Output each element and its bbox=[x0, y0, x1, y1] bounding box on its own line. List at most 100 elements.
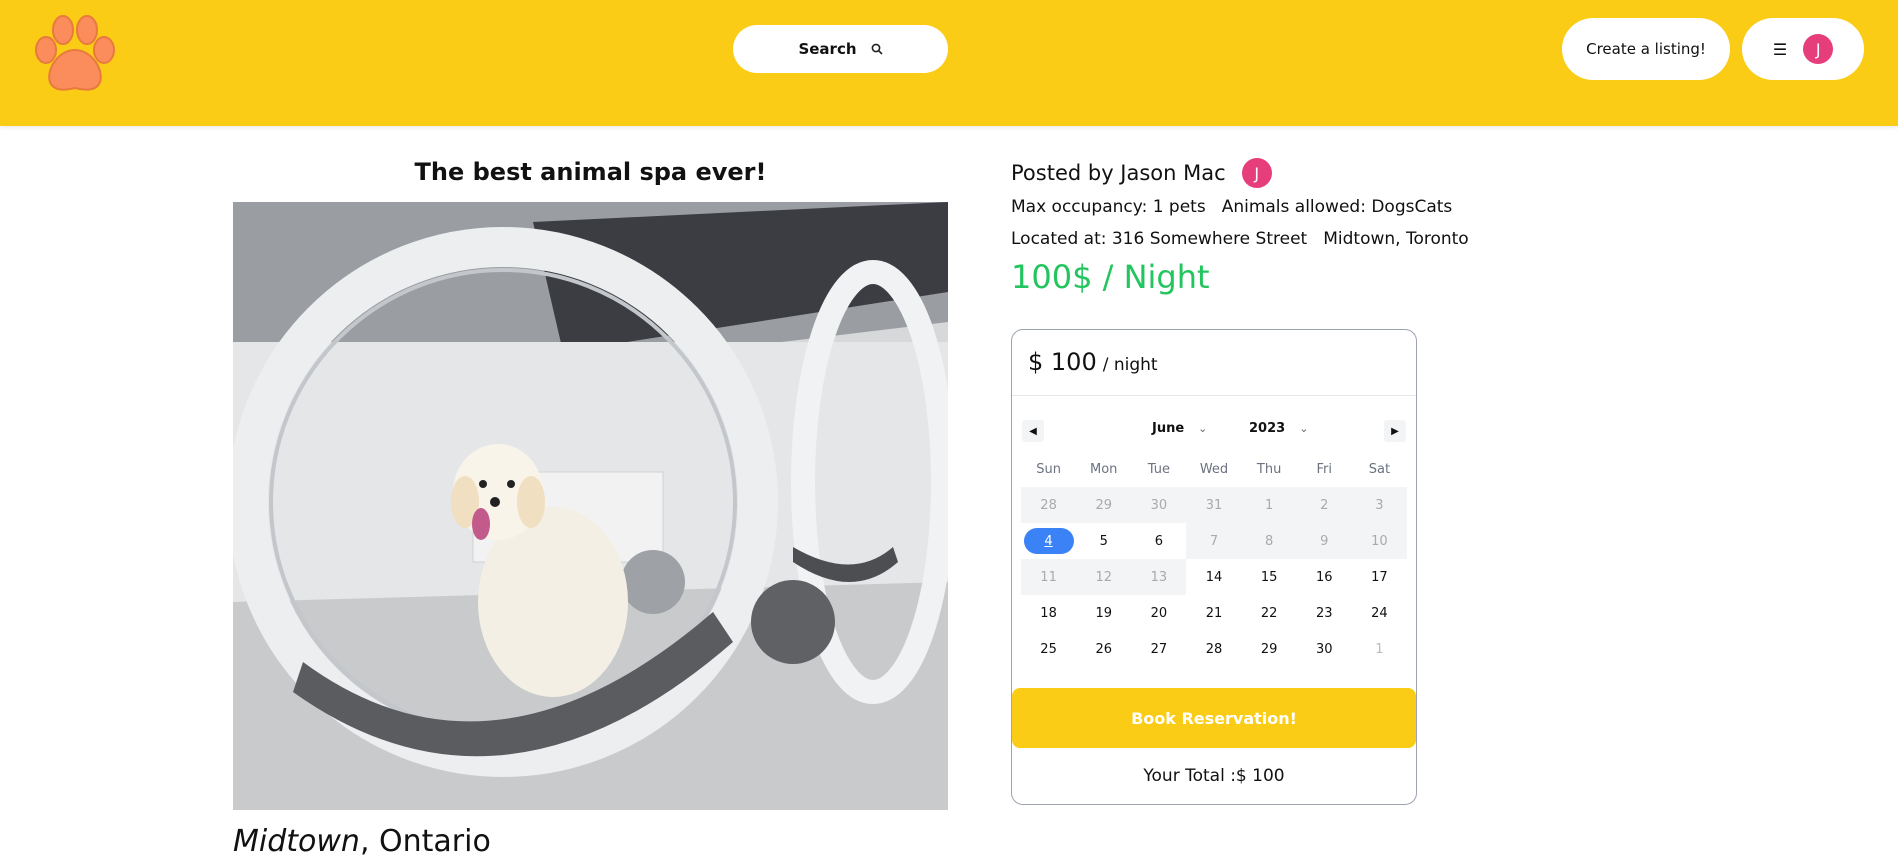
calendar-weekdays: Sun Mon Tue Wed Thu Fri Sat bbox=[1021, 462, 1407, 477]
chevron-down-icon: ⌄ bbox=[1299, 422, 1309, 435]
calendar-day-label: 19 bbox=[1095, 605, 1112, 621]
chevron-down-icon: ⌄ bbox=[1198, 422, 1208, 435]
menu-icon: ☰ bbox=[1772, 39, 1788, 59]
search-button[interactable]: Search bbox=[733, 25, 948, 73]
calendar-day[interactable]: 29 bbox=[1242, 631, 1297, 667]
calendar-day[interactable]: 4 bbox=[1021, 523, 1076, 559]
calendar-day-label: 30 bbox=[1150, 497, 1168, 513]
calendar-day-label: 20 bbox=[1150, 605, 1168, 621]
calendar-day[interactable]: 24 bbox=[1352, 595, 1407, 631]
calendar-day[interactable]: 22 bbox=[1242, 595, 1297, 631]
price-unit: / night bbox=[1102, 355, 1158, 375]
calendar-days: 28 29 30 31 1 2 3 4 5 6 7 8 9 10 11 12 13 14 15 16 17 18 19 20 2… bbox=[1021, 487, 1407, 667]
calendar-day[interactable]: 25 bbox=[1021, 631, 1076, 667]
calendar-day-label: 29 bbox=[1260, 641, 1278, 657]
calendar-day[interactable]: 5 bbox=[1076, 523, 1131, 559]
divider bbox=[1012, 395, 1416, 396]
calendar-day-label: 1 bbox=[1264, 497, 1274, 513]
listing-photo bbox=[233, 202, 948, 810]
calendar-day-label: 16 bbox=[1316, 569, 1333, 585]
calendar-day: 8 bbox=[1241, 523, 1297, 559]
month-select[interactable]: June ⌄ bbox=[1152, 421, 1207, 436]
calendar-day-label: 14 bbox=[1205, 569, 1223, 585]
user-menu-button[interactable]: ☰ J bbox=[1742, 18, 1864, 80]
year-value: 2023 bbox=[1249, 421, 1286, 436]
calendar-day-label: 30 bbox=[1316, 641, 1333, 657]
calendar-day: 29 bbox=[1076, 487, 1132, 523]
address-row: Located at: 316 Somewhere Street Midtown… bbox=[1011, 229, 1469, 249]
calendar-day[interactable]: 17 bbox=[1352, 559, 1407, 595]
caret-right-icon: ▶ bbox=[1391, 425, 1399, 437]
book-reservation-button[interactable]: Book Reservation! bbox=[1012, 688, 1416, 748]
max-occupancy: Max occupancy: 1 pets bbox=[1011, 197, 1206, 217]
calendar-day-label: 4 bbox=[1023, 528, 1074, 554]
calendar-day[interactable]: 28 bbox=[1186, 631, 1241, 667]
weekday-label: Thu bbox=[1256, 462, 1282, 477]
caret-left-icon: ◀ bbox=[1029, 425, 1037, 437]
calendar-day-label: 7 bbox=[1209, 533, 1219, 549]
calendar-day: 31 bbox=[1186, 487, 1242, 523]
calendar-day[interactable]: 18 bbox=[1021, 595, 1076, 631]
calendar-day-label: 2 bbox=[1320, 497, 1329, 513]
calendar-day-label: 27 bbox=[1150, 641, 1168, 657]
calendar-day: 2 bbox=[1296, 487, 1352, 523]
calendar-day-label: 22 bbox=[1260, 605, 1278, 621]
calendar-day[interactable]: 16 bbox=[1297, 559, 1352, 595]
calendar-day-label: 18 bbox=[1040, 605, 1057, 621]
calendar-day[interactable]: 23 bbox=[1297, 595, 1352, 631]
calendar-day[interactable]: 26 bbox=[1076, 631, 1131, 667]
province: Ontario bbox=[379, 824, 491, 859]
located-at: Located at: 316 Somewhere Street bbox=[1011, 229, 1308, 249]
calendar-day-label: 8 bbox=[1264, 533, 1274, 549]
year-select[interactable]: 2023 ⌄ bbox=[1249, 421, 1308, 436]
search-icon bbox=[871, 43, 883, 55]
price-per-night: 100$ / Night bbox=[1011, 258, 1210, 296]
calendar-day: 10 bbox=[1351, 523, 1407, 559]
occupancy-row: Max occupancy: 1 pets Animals allowed: D… bbox=[1011, 197, 1452, 217]
calendar-day-label: 25 bbox=[1040, 641, 1057, 657]
price-amount: $ 100 bbox=[1028, 348, 1097, 376]
calendar-day-label: 28 bbox=[1205, 641, 1223, 657]
weekday-label: Sat bbox=[1368, 462, 1391, 477]
calendar-day[interactable]: 19 bbox=[1076, 595, 1131, 631]
calendar-day-label: 12 bbox=[1095, 569, 1112, 585]
calendar-day-label: 26 bbox=[1095, 641, 1112, 657]
calendar-day-label: 28 bbox=[1040, 497, 1057, 513]
calendar-day[interactable]: 14 bbox=[1186, 559, 1241, 595]
calendar-day[interactable]: 20 bbox=[1131, 595, 1186, 631]
calendar-day[interactable]: 6 bbox=[1131, 523, 1186, 559]
weekday-label: Fri bbox=[1316, 462, 1333, 477]
suburb: Midtown bbox=[233, 824, 360, 859]
calendar-day-label: 21 bbox=[1205, 605, 1223, 621]
weekday-label: Tue bbox=[1147, 462, 1170, 477]
create-listing-button[interactable]: Create a listing! bbox=[1562, 18, 1730, 80]
next-month-button[interactable]: ▶ bbox=[1384, 420, 1406, 442]
calendar-day-label: 15 bbox=[1260, 569, 1278, 585]
calendar-day: 13 bbox=[1131, 559, 1187, 595]
weekday-label: Wed bbox=[1199, 462, 1229, 477]
calendar-day: 3 bbox=[1351, 487, 1407, 523]
month-value: June bbox=[1152, 421, 1185, 436]
calendar-day: 12 bbox=[1076, 559, 1132, 595]
calendar-day[interactable]: 15 bbox=[1242, 559, 1297, 595]
create-listing-label: Create a listing! bbox=[1586, 40, 1706, 58]
calendar-day[interactable]: 27 bbox=[1131, 631, 1186, 667]
calendar-day: 30 bbox=[1131, 487, 1187, 523]
prev-month-button[interactable]: ◀ bbox=[1022, 420, 1044, 442]
calendar-day-label: 17 bbox=[1371, 569, 1388, 585]
calendar-day-label: 5 bbox=[1099, 533, 1108, 549]
calendar-day-label: 24 bbox=[1371, 605, 1388, 621]
animals-allowed: Animals allowed: DogsCats bbox=[1221, 197, 1453, 217]
listing-title: The best animal spa ever! bbox=[414, 158, 767, 186]
area: Midtown, Toronto bbox=[1323, 229, 1469, 249]
listing-location: Midtown, Ontario bbox=[233, 824, 491, 859]
total-price: Your Total :$ 100 bbox=[1143, 766, 1285, 786]
calendar-day-label: 13 bbox=[1150, 569, 1168, 585]
search-label: Search bbox=[798, 40, 857, 58]
paw-logo-icon[interactable] bbox=[32, 12, 120, 96]
calendar-day-label: 1 bbox=[1375, 641, 1384, 657]
calendar-day[interactable]: 21 bbox=[1186, 595, 1241, 631]
calendar-day[interactable]: 30 bbox=[1297, 631, 1352, 667]
host-avatar[interactable]: J bbox=[1241, 158, 1272, 188]
weekday-label: Mon bbox=[1090, 462, 1118, 477]
